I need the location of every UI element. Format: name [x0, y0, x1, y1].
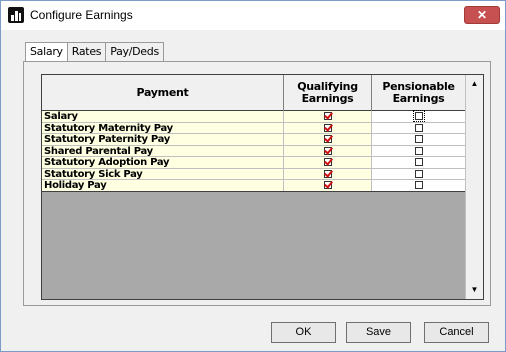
header-payment: Payment	[42, 75, 284, 111]
app-icon	[8, 7, 24, 23]
tab-rates[interactable]: Rates	[67, 42, 107, 61]
table-row: Statutory Paternity Pay	[42, 134, 465, 146]
table-row: Shared Parental Pay	[42, 145, 465, 157]
save-button[interactable]: Save	[346, 322, 411, 343]
table-row: Salary	[42, 110, 465, 123]
cancel-button[interactable]: Cancel	[424, 322, 489, 343]
ok-button[interactable]: OK	[271, 322, 336, 343]
table-row: Holiday Pay	[42, 180, 465, 192]
header-pensionable-earnings: Pensionable Earnings	[382, 80, 455, 105]
tab-salary[interactable]: Salary	[25, 42, 68, 62]
qualifying-checkbox[interactable]	[323, 146, 332, 155]
pensionable-checkbox[interactable]	[412, 110, 425, 123]
table-row: Statutory Maternity Pay	[42, 122, 465, 134]
configure-earnings-window: Configure Earnings ✕ Salary Rates Pay/De…	[0, 0, 506, 352]
pensionable-checkbox[interactable]	[414, 135, 423, 144]
pensionable-checkbox[interactable]	[414, 169, 423, 178]
qualifying-checkbox[interactable]	[323, 169, 332, 178]
vertical-scrollbar[interactable]: ▲ ▼	[465, 75, 483, 299]
qualifying-checkbox[interactable]	[323, 158, 332, 167]
qualifying-checkbox[interactable]	[323, 123, 332, 132]
qualifying-checkbox[interactable]	[323, 112, 332, 121]
qualifying-checkbox[interactable]	[323, 181, 332, 190]
pensionable-checkbox[interactable]	[414, 181, 423, 190]
scroll-up-arrow-icon[interactable]: ▲	[466, 75, 483, 92]
scroll-down-arrow-icon[interactable]: ▼	[466, 281, 483, 298]
payment-cell[interactable]: Statutory Paternity Pay	[42, 134, 284, 145]
close-button[interactable]: ✕	[464, 6, 500, 24]
grid-header: Payment Qualifying Earnings Pensionable …	[42, 75, 465, 111]
payment-cell[interactable]: Shared Parental Pay	[42, 145, 284, 156]
qualifying-checkbox[interactable]	[323, 135, 332, 144]
earnings-grid: Payment Qualifying Earnings Pensionable …	[41, 74, 484, 300]
table-row: Statutory Adoption Pay	[42, 157, 465, 169]
tab-strip: Salary Rates Pay/Deds	[25, 42, 164, 62]
payment-cell[interactable]: Holiday Pay	[42, 180, 284, 191]
pensionable-checkbox[interactable]	[414, 158, 423, 167]
payment-cell[interactable]: Statutory Maternity Pay	[42, 122, 284, 133]
payment-cell[interactable]: Salary	[42, 111, 284, 122]
payment-cell[interactable]: Statutory Adoption Pay	[42, 157, 284, 168]
window-title: Configure Earnings	[30, 8, 133, 22]
pensionable-checkbox[interactable]	[414, 123, 423, 132]
title-bar: Configure Earnings ✕	[1, 1, 505, 30]
grid-rows: Salary Statutory Maternity Pay Statutory…	[42, 110, 465, 192]
tab-pay-deds[interactable]: Pay/Deds	[106, 42, 164, 61]
pensionable-checkbox[interactable]	[414, 146, 423, 155]
header-qualifying-earnings: Qualifying Earnings	[284, 75, 372, 111]
table-row: Statutory Sick Pay	[42, 168, 465, 180]
payment-cell[interactable]: Statutory Sick Pay	[42, 168, 284, 179]
